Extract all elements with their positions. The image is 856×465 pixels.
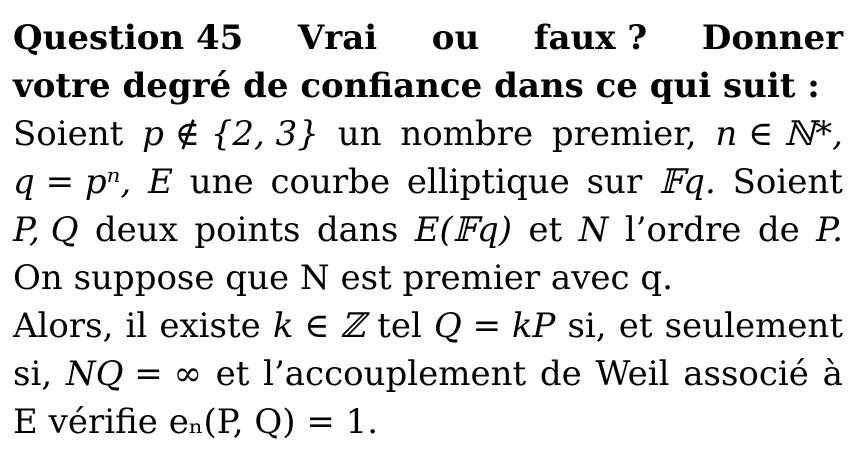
document-page: Question 45 Vrai ou faux ? Donner votre … bbox=[0, 0, 856, 465]
body-line-5: Alors, il existe k ∈ ℤ tel Q = kP si, et… bbox=[13, 302, 843, 350]
body-word: si, bbox=[567, 306, 607, 346]
body-word: points bbox=[194, 210, 301, 250]
body-word: l’accouplement bbox=[263, 354, 527, 394]
body-word: existe bbox=[159, 306, 261, 346]
body-text: On suppose que N est premier avec q. bbox=[13, 258, 673, 298]
question-heading-line-2: votre degré de confiance dans ce qui sui… bbox=[13, 62, 843, 110]
body-word: dans bbox=[316, 210, 399, 250]
heading-word: faux ? bbox=[533, 18, 648, 58]
heading-word: ou bbox=[431, 18, 480, 58]
body-word: et bbox=[215, 354, 250, 394]
body-word: il bbox=[125, 306, 148, 346]
body-word: et bbox=[618, 306, 653, 346]
question-label: Question 45 bbox=[13, 18, 244, 58]
heading-text: votre degré de confiance dans ce qui sui… bbox=[13, 66, 820, 106]
math-expression: q = pⁿ, bbox=[13, 162, 132, 202]
body-word: une bbox=[189, 162, 254, 202]
body-word: nombre bbox=[400, 114, 534, 154]
body-word: Soient bbox=[13, 114, 124, 154]
body-line-4: On suppose que N est premier avec q. bbox=[13, 254, 843, 302]
math-expression: E(𝔽q) bbox=[414, 210, 512, 250]
body-word: de bbox=[539, 354, 582, 394]
question-heading-line-1: Question 45 Vrai ou faux ? Donner bbox=[13, 14, 843, 62]
body-word: premier, bbox=[551, 114, 697, 154]
body-word: de bbox=[757, 210, 800, 250]
math-expression: n ∈ ℕ*, bbox=[715, 114, 843, 154]
math-expression: P, Q bbox=[13, 210, 79, 250]
body-word: seulement bbox=[664, 306, 843, 346]
body-word: elliptique bbox=[406, 162, 570, 202]
body-word: Soient bbox=[732, 162, 843, 202]
math-expression: NQ = ∞ bbox=[65, 354, 202, 394]
body-word: associé bbox=[683, 354, 809, 394]
body-word: Alors, bbox=[13, 306, 114, 346]
body-word: à bbox=[822, 354, 843, 394]
math-expression: 𝔽q. bbox=[659, 162, 716, 202]
body-line-7: E vérifie eₙ(P, Q) = 1. bbox=[13, 398, 843, 446]
body-word: si, bbox=[13, 354, 53, 394]
body-word: tel bbox=[377, 306, 422, 346]
body-word: Weil bbox=[595, 354, 670, 394]
body-line-6: si, NQ = ∞ et l’accouplement de Weil ass… bbox=[13, 350, 843, 398]
body-line-2: q = pⁿ, E une courbe elliptique sur 𝔽q. … bbox=[13, 158, 843, 206]
math-expression: p ∉ {2, 3} bbox=[142, 114, 319, 154]
heading-word: Donner bbox=[701, 18, 843, 58]
body-text: E vérifie eₙ(P, Q) = 1. bbox=[13, 402, 379, 442]
body-word: et bbox=[528, 210, 563, 250]
body-line-3: P, Q deux points dans E(𝔽q) et N l’ordre… bbox=[13, 206, 843, 254]
body-word: courbe bbox=[270, 162, 391, 202]
math-expression: E bbox=[148, 162, 173, 202]
math-expression: N bbox=[578, 210, 609, 250]
math-expression: P. bbox=[816, 210, 843, 250]
body-word: sur bbox=[586, 162, 643, 202]
heading-word: Vrai bbox=[297, 18, 378, 58]
body-line-1: Soient p ∉ {2, 3} un nombre premier, n ∈… bbox=[13, 110, 843, 158]
body-word: un bbox=[337, 114, 382, 154]
math-expression: Q = kP bbox=[433, 306, 556, 346]
body-word: deux bbox=[94, 210, 178, 250]
math-expression: k ∈ ℤ bbox=[272, 306, 366, 346]
body-word: l’ordre bbox=[624, 210, 742, 250]
